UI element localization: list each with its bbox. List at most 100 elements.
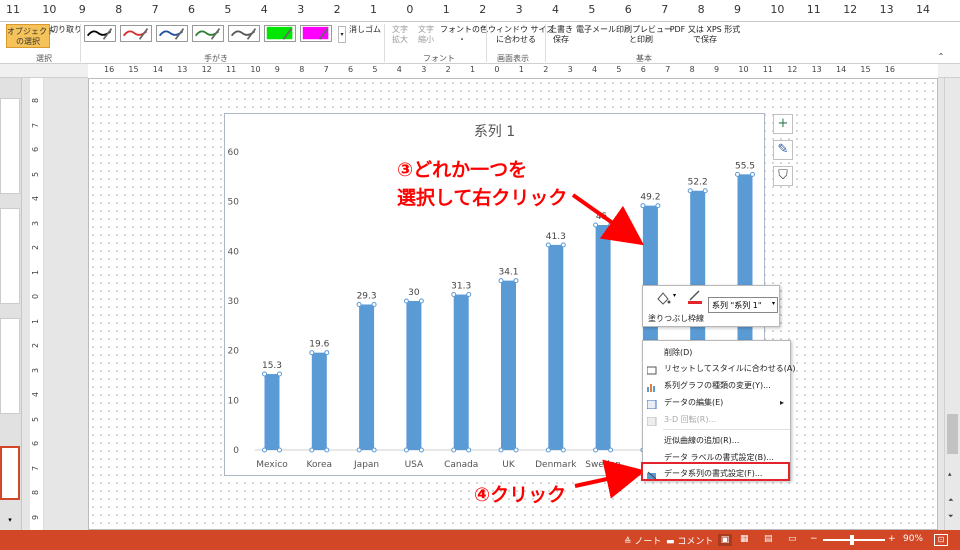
pen-style-button[interactable] — [84, 25, 116, 42]
zoom-level[interactable]: 90% — [903, 534, 923, 544]
ruler-number: 8 — [689, 65, 695, 74]
ruler-number: 7 — [31, 465, 41, 471]
group-label-font: フォント — [423, 54, 455, 63]
ruler-number: 9 — [714, 65, 720, 74]
save-pdf-button[interactable]: PDF 又は XPS 形式 で保存 — [666, 25, 744, 45]
text-expand-button[interactable]: 文字 拡大 — [389, 25, 411, 45]
ruler-number: 2 — [31, 244, 41, 251]
fill-dropdown-icon[interactable]: ▾ — [673, 292, 676, 299]
comments-button[interactable]: ▬ コメント — [666, 534, 713, 547]
x-tick-label: UK — [502, 460, 516, 470]
reset-style-icon — [646, 364, 657, 375]
chart-elements-button[interactable]: + — [773, 114, 793, 134]
context-menu-item[interactable]: 削除(D) — [643, 344, 790, 361]
pen-style-button[interactable] — [156, 25, 188, 42]
outline-pen-icon[interactable] — [687, 289, 703, 305]
selection-handle — [593, 222, 599, 228]
series-select-dropdown[interactable]: 系列 "系列 1" ▾ — [708, 297, 778, 313]
context-menu-item[interactable]: 3-D 回転(R)... — [643, 411, 790, 428]
annotation-step4: ④クリック — [474, 484, 567, 506]
gallery-scroll-button[interactable]: ▾ — [338, 26, 346, 43]
bar — [406, 301, 422, 450]
pen-style-button[interactable] — [120, 25, 152, 42]
bar — [548, 244, 564, 450]
pen-style-button[interactable] — [192, 25, 224, 42]
context-menu-item-label: リセットしてスタイルに合わせる(A) — [664, 364, 796, 373]
notes-button[interactable]: ≙ ノート — [624, 534, 661, 547]
slide-thumbnail-selected[interactable] — [0, 446, 20, 500]
fit-slide-icon[interactable]: ⊡ — [934, 534, 948, 546]
zoom-out-icon[interactable]: − — [810, 534, 818, 544]
slide-thumbnail[interactable] — [0, 98, 20, 194]
selection-handle — [513, 447, 519, 453]
slide-sorter-icon[interactable]: ▦ — [740, 534, 749, 544]
ruler-number: 2 — [479, 3, 487, 16]
notes-label: ノート — [634, 537, 662, 547]
ruler-number: 7 — [151, 3, 159, 16]
ruler-number: 5 — [224, 3, 232, 16]
horizontal-ruler: 16 15 14 13 12 11 10 9 8 7 6 5 4 3 2 1 0 1 2 3 4 5 6 7 8 9 10 11 12 1… — [88, 64, 938, 78]
selection-handle — [466, 292, 472, 298]
group-label-select: 選択 — [36, 54, 52, 63]
prev-slide-icon[interactable]: ⏶ — [948, 496, 954, 505]
zoom-slider-track[interactable] — [823, 539, 885, 541]
outline-button-label[interactable]: 枠線 — [688, 313, 704, 324]
ruler-number: 1 — [470, 65, 476, 74]
normal-view-icon[interactable]: ▣ — [718, 534, 732, 546]
fill-bucket-icon[interactable] — [655, 290, 671, 305]
context-menu-item-label: 3-D 回転(R)... — [664, 415, 717, 424]
selection-handle — [356, 301, 362, 307]
vertical-scrollbar[interactable]: ▴ ⏶ ⏷ — [944, 78, 960, 530]
ruler-number: 7 — [323, 65, 329, 74]
zoom-in-icon[interactable]: + — [888, 534, 896, 544]
context-menu-item[interactable]: 近似曲線の追加(R)... — [643, 432, 790, 449]
chart-styles-button[interactable]: ✎ — [773, 140, 793, 160]
overwrite-save-button[interactable]: 上書き 保存 — [547, 25, 575, 45]
ruler-number: 8 — [31, 97, 41, 104]
data-label: 29.3 — [357, 291, 377, 301]
pen-style-button[interactable] — [228, 25, 260, 42]
ruler-number: 1 — [31, 269, 41, 275]
selection-handle — [608, 447, 614, 453]
reading-view-icon[interactable]: ▤ — [764, 534, 773, 544]
chart-filter-button[interactable]: ⛉ — [773, 166, 793, 186]
print-preview-button[interactable]: 印刷プレビュー と印刷 — [616, 25, 672, 45]
series-select-value: 系列 "系列 1" — [712, 301, 762, 310]
collapse-ribbon-button[interactable]: ⌃ — [936, 52, 946, 62]
slide-thumbnail-pane: ▾ — [0, 78, 22, 530]
pen-style-button[interactable] — [264, 25, 296, 42]
context-menu-item[interactable]: 系列グラフの種類の変更(Y)... — [643, 377, 790, 394]
selection-handle — [418, 447, 424, 453]
slideshow-icon[interactable]: ▭ — [788, 534, 797, 544]
scrollbar-thumb[interactable] — [947, 414, 958, 454]
ruler-number: 10 — [250, 65, 261, 74]
email-button[interactable]: 電子メール — [576, 25, 616, 35]
cut-button[interactable]: 切り取り — [50, 25, 82, 35]
slide-thumbnail[interactable] — [0, 318, 20, 414]
group-label-display: 画面表示 — [497, 54, 529, 63]
status-bar: ≙ ノート ▬ コメント ▣ ▦ ▤ ▭ − + 90% ⊡ — [0, 530, 960, 550]
zoom-slider-knob[interactable] — [850, 535, 854, 545]
y-tick-label: 0 — [233, 446, 239, 456]
text-shrink-button[interactable]: 文字 縮小 — [415, 25, 437, 45]
slide-thumbnail[interactable] — [0, 208, 20, 304]
fill-button-label[interactable]: 塗りつぶし — [648, 313, 688, 324]
pen-style-button[interactable] — [300, 25, 332, 42]
next-slide-icon[interactable]: ⏷ — [948, 512, 954, 521]
context-menu-item[interactable]: リセットしてスタイルに合わせる(A) — [643, 360, 795, 377]
context-menu-item[interactable]: データの編集(E) ▸ — [643, 394, 790, 411]
ruler-number: 0 — [406, 3, 414, 16]
thumbnail-scroll-button[interactable]: ▾ — [0, 516, 20, 526]
fit-window-button[interactable]: ウィンドウ サイズ に合わせる — [488, 25, 554, 45]
selection-handle — [324, 447, 330, 453]
scroll-up-icon[interactable]: ▴ — [948, 470, 952, 478]
ruler-number: 2 — [31, 342, 41, 349]
font-color-button[interactable]: フォントの色 ・ — [440, 25, 488, 45]
ruler-number: 11 — [6, 3, 20, 16]
ruler-number: 3 — [31, 220, 41, 226]
ruler-number: 12 — [843, 3, 858, 16]
data-label: 45. — [596, 212, 610, 222]
select-object-button[interactable]: オブジェクト の選択 — [6, 24, 55, 48]
selection-handle — [560, 447, 566, 453]
eraser-button[interactable]: 消しゴム — [349, 25, 381, 35]
